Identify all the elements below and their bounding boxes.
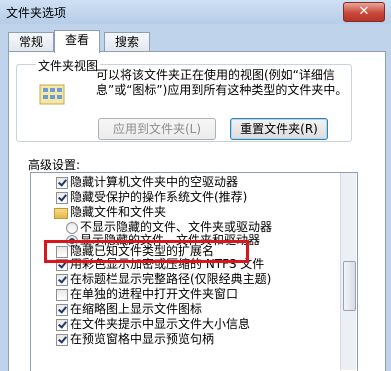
tab-general[interactable]: 常规 (8, 32, 54, 52)
folder-views-icon (39, 84, 65, 105)
setting-label: 在文件夹提示中显示文件大小信息 (70, 317, 251, 331)
title-bar: 文件夹选项 ✕ (0, 0, 391, 24)
folder-views-title: 文件夹视图 (36, 57, 101, 74)
apply-to-folders-button[interactable]: 应用到文件夹(L) (98, 118, 216, 140)
setting-label: 在单独的进程中打开文件夹窗口 (70, 287, 239, 301)
checkbox[interactable] (56, 289, 68, 301)
checkbox[interactable] (56, 192, 68, 204)
advanced-settings-label: 高级设置: (28, 158, 81, 172)
checkbox[interactable] (56, 334, 68, 346)
setting-label: 在缩略图上显示文件图标 (70, 302, 203, 316)
setting-label: 在标题栏显示完整路径(仅限经典主题) (70, 272, 272, 286)
scrollbar-thumb[interactable] (343, 261, 356, 311)
tab-view[interactable]: 查看 (54, 30, 100, 53)
close-button[interactable]: ✕ (343, 2, 385, 22)
vertical-scrollbar[interactable] (340, 173, 356, 370)
setting-label: 隐藏受保护的操作系统文件(推荐) (70, 190, 248, 204)
checkbox[interactable] (56, 274, 68, 286)
checkbox[interactable] (56, 304, 68, 316)
folder-views-description: 可以将该文件夹正在使用的视图(例如“详细信息”或“图标”)应用到所有这种类型的文… (96, 68, 348, 97)
folder-icon (54, 208, 68, 219)
tab-search[interactable]: 搜索 (104, 32, 150, 52)
checkbox[interactable] (56, 319, 68, 331)
setting-label: 在预览窗格中显示预览句柄 (70, 332, 215, 346)
setting-label: 隐藏计算机文件夹中的空驱动器 (70, 175, 239, 189)
highlight-box (44, 240, 249, 263)
close-icon: ✕ (358, 4, 370, 19)
radio-button[interactable] (66, 222, 78, 234)
reset-folders-button[interactable]: 重置文件夹(R) (230, 118, 328, 140)
window-title: 文件夹选项 (6, 6, 67, 20)
setting-label: 隐藏文件和文件夹 (70, 205, 167, 219)
checkbox[interactable] (56, 177, 68, 189)
